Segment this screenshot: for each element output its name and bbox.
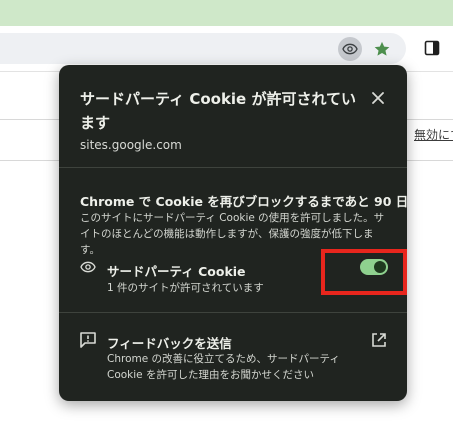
open-in-new-icon[interactable] xyxy=(371,332,387,348)
window-top-strip xyxy=(0,0,453,26)
bookmark-star-icon xyxy=(374,41,390,56)
third-party-cookie-dialog: サードパーティ Cookie が許可されています sites.google.co… xyxy=(59,65,409,401)
toggle-knob xyxy=(374,261,386,273)
eye-icon xyxy=(342,43,358,55)
tracking-protection-button[interactable] xyxy=(338,37,362,61)
dialog-divider xyxy=(59,167,407,168)
block-countdown-heading: Chrome で Cookie を再びブロックするまであと 90 日 xyxy=(80,194,409,209)
disable-link[interactable]: 無効にす xyxy=(414,126,453,143)
site-domain: sites.google.com xyxy=(80,138,182,152)
cookie-eye-icon xyxy=(79,259,99,277)
third-party-cookie-toggle[interactable] xyxy=(360,259,388,275)
block-countdown-description: このサイトにサードパーティ Cookie の使用を許可しました。サイトのほとんど… xyxy=(80,212,385,256)
dialog-divider-bottom xyxy=(59,312,407,313)
side-panel-icon xyxy=(424,40,440,56)
third-party-cookie-label: サードパーティ Cookie xyxy=(107,264,246,279)
close-icon xyxy=(372,92,384,104)
send-feedback-label[interactable]: フィードバックを送信 xyxy=(107,333,232,352)
feedback-icon xyxy=(79,331,97,349)
close-button[interactable] xyxy=(369,89,387,107)
side-panel-button[interactable] xyxy=(424,40,440,56)
dialog-title: サードパーティ Cookie が許可されています xyxy=(80,90,357,132)
send-feedback-description: Chrome の改善に役立てるため、サードパーティ Cookie を許可した理由… xyxy=(107,353,340,381)
allowed-sites-count: 1 件のサイトが許可されています xyxy=(107,282,264,294)
bookmark-button[interactable] xyxy=(371,38,393,60)
